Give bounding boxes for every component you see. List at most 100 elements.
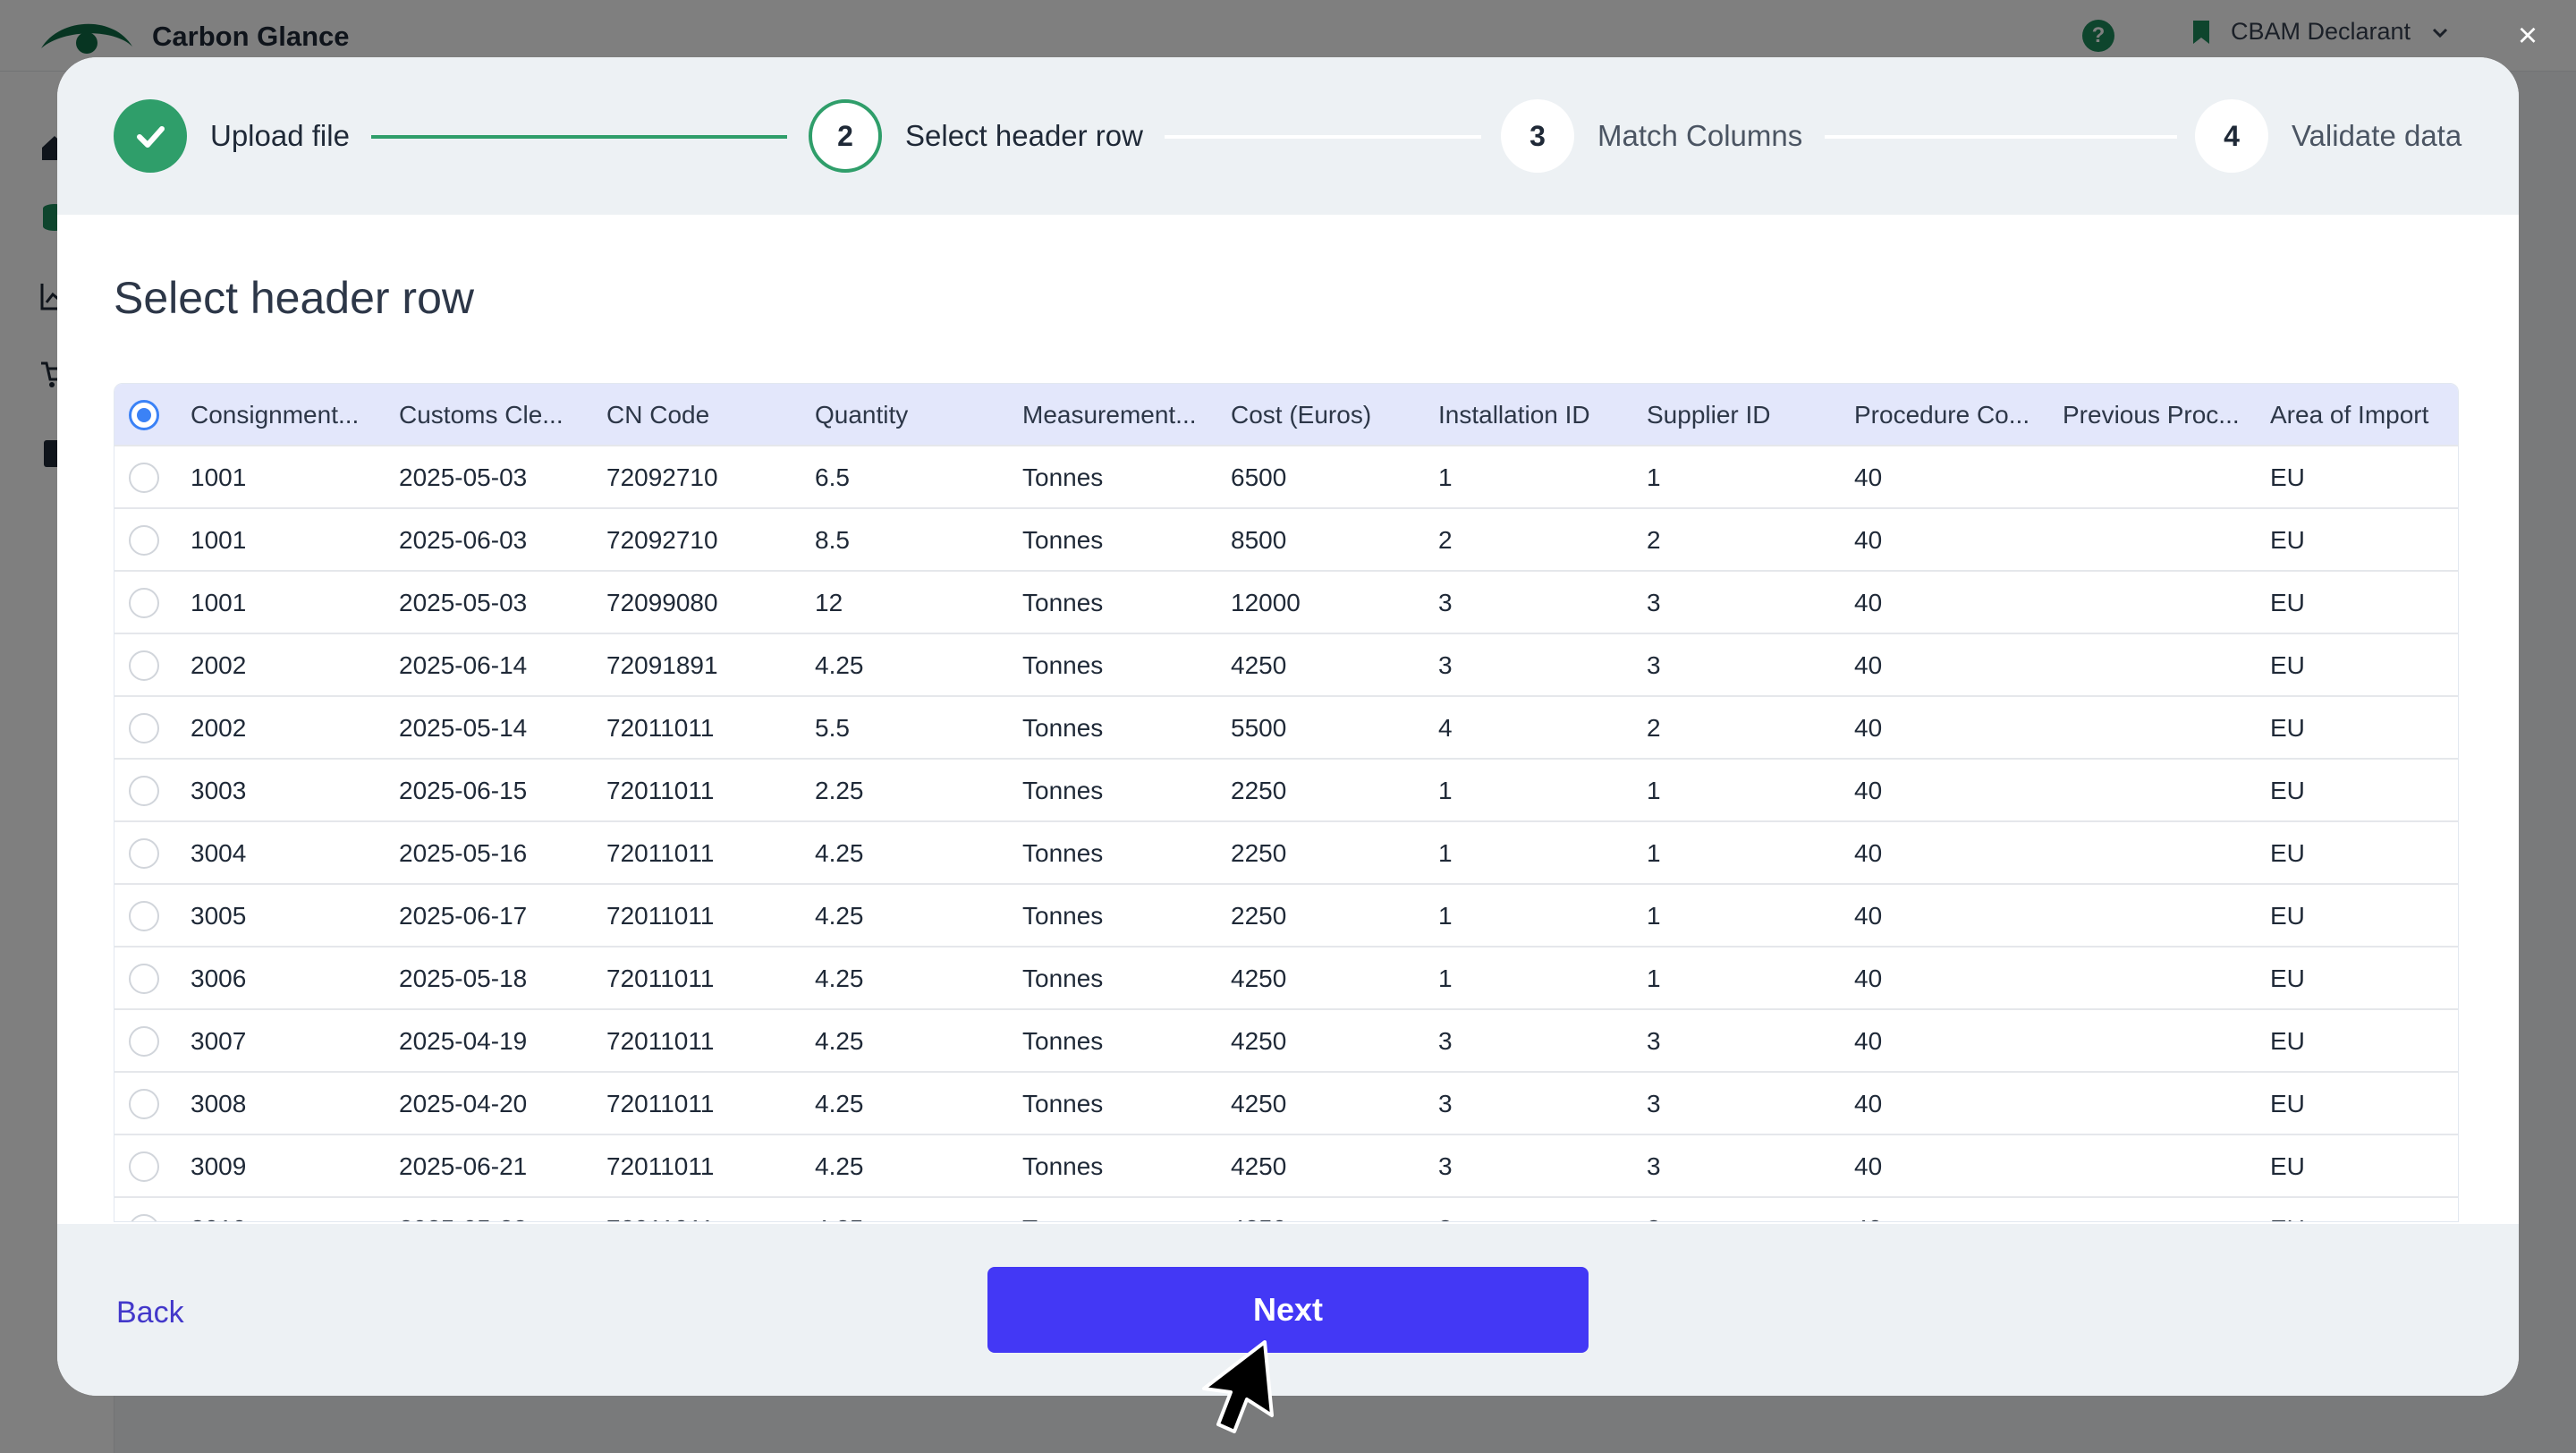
table-cell: EU — [2270, 1027, 2305, 1055]
table-row[interactable]: 2002 2025-05-14 72011011 5.5 Tonnes 5500 4 2 40 E… — [114, 697, 2458, 760]
table-row[interactable]: 1001 2025-05-03 72092710 6.5 Tonnes 6500 1 1 40 E… — [114, 446, 2458, 509]
row-radio-button[interactable] — [129, 1214, 159, 1221]
table-cell: Tonnes — [1022, 1090, 1104, 1117]
table-cell: EU — [2270, 1152, 2305, 1180]
table-cell: 40 — [1854, 463, 1883, 491]
table-cell: 40 — [1854, 1027, 1883, 1055]
table-cell — [2063, 885, 2264, 947]
row-radio-button[interactable] — [129, 838, 159, 869]
table-cell: 1 — [1438, 902, 1453, 930]
table-cell: 4250 — [1231, 1027, 1287, 1055]
table-cell: EU — [2270, 1198, 2458, 1221]
table-cell — [2063, 1198, 2264, 1221]
table-cell: 2002 — [191, 651, 247, 679]
table-cell: 40 — [1854, 714, 1883, 742]
table-cell: 2025-06-03 — [399, 526, 528, 554]
table-header-row[interactable]: Consignment... Customs Cle... CN Code Quant… — [114, 384, 2458, 446]
table-cell: 1 — [1647, 777, 1661, 804]
step-2-label: Select header row — [905, 119, 1143, 152]
row-radio-button[interactable] — [129, 776, 159, 806]
table-cell: 72091891 — [606, 651, 718, 679]
table-cell — [2063, 572, 2264, 634]
table-cell: 40 — [1854, 1090, 1883, 1117]
table-cell — [2063, 446, 2264, 509]
row-radio-button[interactable] — [129, 1026, 159, 1057]
table-cell: 2025-06-14 — [399, 651, 528, 679]
table-cell: 3009 — [191, 1152, 247, 1180]
table-cell: 2025-05-03 — [399, 589, 528, 616]
table-row[interactable]: 3006 2025-05-18 72011011 4.25 Tonnes 4250 1 1 40… — [114, 947, 2458, 1010]
table-row[interactable]: 3007 2025-04-19 72011011 4.25 Tonnes 4250 3 3 40… — [114, 1010, 2458, 1073]
table-cell: 2250 — [1231, 839, 1287, 867]
step-3-circle: 3 — [1501, 99, 1574, 173]
table-cell: 1 — [1438, 777, 1453, 804]
table-cell: 8500 — [1231, 526, 1287, 554]
table-cell: 2025-05-16 — [399, 839, 528, 867]
table-row[interactable]: 3005 2025-06-17 72011011 4.25 Tonnes 2250 1 1 40… — [114, 885, 2458, 947]
row-radio-button[interactable] — [129, 588, 159, 618]
import-modal: Upload file 2 Select header row 3 Match … — [57, 57, 2519, 1396]
table-cell: EU — [2270, 463, 2305, 491]
table-cell: 72011011 — [606, 1152, 715, 1180]
row-radio-button[interactable] — [129, 1151, 159, 1182]
stepper: Upload file 2 Select header row 3 Match … — [57, 57, 2519, 215]
table-cell: 3 — [1438, 1152, 1453, 1180]
mouse-pointer-icon — [1202, 1340, 1274, 1433]
table-row[interactable]: 3010 2025-05-22 72011011 4.25 Tonnes 4250 33 40… — [114, 1198, 2458, 1221]
table-row[interactable]: 2002 2025-06-14 72091891 4.25 Tonnes 4250 3 3 40… — [114, 634, 2458, 697]
row-radio-button[interactable] — [129, 525, 159, 556]
table-cell: 3008 — [191, 1090, 247, 1117]
table-cell: 4250 — [1231, 1152, 1287, 1180]
table-cell: 72011011 — [606, 1027, 715, 1055]
table-row[interactable]: 3009 2025-06-21 72011011 4.25 Tonnes 4250 3 3 40… — [114, 1135, 2458, 1198]
table-cell — [2063, 509, 2264, 572]
table-row[interactable]: 1001 2025-05-03 72099080 12 Tonnes 12000 3 3 40 E… — [114, 572, 2458, 634]
row-radio-button[interactable] — [129, 964, 159, 994]
table-header-cell: Cost (Euros) — [1231, 401, 1372, 429]
table-cell: 4.25 — [815, 839, 864, 867]
table-cell: 2 — [1438, 526, 1453, 554]
row-radio-button[interactable] — [129, 650, 159, 681]
step-2-circle: 2 — [809, 99, 882, 173]
table-cell: 12000 — [1231, 589, 1301, 616]
table-cell: Tonnes — [1022, 902, 1104, 930]
row-radio-button[interactable] — [129, 713, 159, 743]
table-cell — [2063, 1135, 2264, 1198]
table-cell: 72092710 — [606, 463, 718, 491]
step-4-circle: 4 — [2195, 99, 2268, 173]
table-cell: 40 — [1854, 777, 1883, 804]
table-row[interactable]: 1001 2025-06-03 72092710 8.5 Tonnes 8500 2 2 40 E… — [114, 509, 2458, 572]
table-row[interactable]: 3004 2025-05-16 72011011 4.25 Tonnes 2250 1 1 40… — [114, 822, 2458, 885]
row-radio-button[interactable] — [129, 1089, 159, 1119]
table-cell: 40 — [1854, 1152, 1883, 1180]
table-cell: 3006 — [191, 964, 247, 992]
table-cell: EU — [2270, 964, 2305, 992]
table-cell: 40 — [1854, 902, 1883, 930]
step-3-label: Match Columns — [1597, 119, 1803, 152]
table-cell: 72011011 — [606, 714, 715, 742]
row-radio-button[interactable] — [129, 463, 159, 493]
table-cell: 3004 — [191, 839, 247, 867]
table-cell: EU — [2270, 1090, 2305, 1117]
close-icon[interactable]: × — [2510, 17, 2546, 55]
table-cell: 2 — [1647, 526, 1661, 554]
table-row[interactable]: 3003 2025-06-15 72011011 2.25 Tonnes 2250 1 1 40… — [114, 760, 2458, 822]
step-connector-1 — [371, 135, 787, 139]
table-cell — [2063, 947, 2264, 1010]
header-row-table[interactable]: Consignment... Customs Cle... CN Code Quant… — [114, 383, 2459, 1222]
table-cell: Tonnes — [1022, 714, 1104, 742]
table-cell: 72092710 — [606, 526, 718, 554]
table-header-cell: Supplier ID — [1647, 401, 1771, 429]
table-cell: Tonnes — [1022, 777, 1104, 804]
table-cell: 4.25 — [815, 651, 864, 679]
table-row[interactable]: 3008 2025-04-20 72011011 4.25 Tonnes 4250 3 3 40… — [114, 1073, 2458, 1135]
next-button[interactable]: Next — [987, 1267, 1589, 1353]
row-radio-button[interactable] — [129, 400, 159, 430]
table-cell: 1001 — [191, 589, 247, 616]
table-cell: 1001 — [191, 526, 247, 554]
back-button[interactable]: Back — [116, 1296, 184, 1330]
table-cell: 2025-06-15 — [399, 777, 528, 804]
row-radio-button[interactable] — [129, 901, 159, 931]
table-cell: 2.25 — [815, 777, 864, 804]
table-cell: Tonnes — [1022, 1198, 1224, 1221]
